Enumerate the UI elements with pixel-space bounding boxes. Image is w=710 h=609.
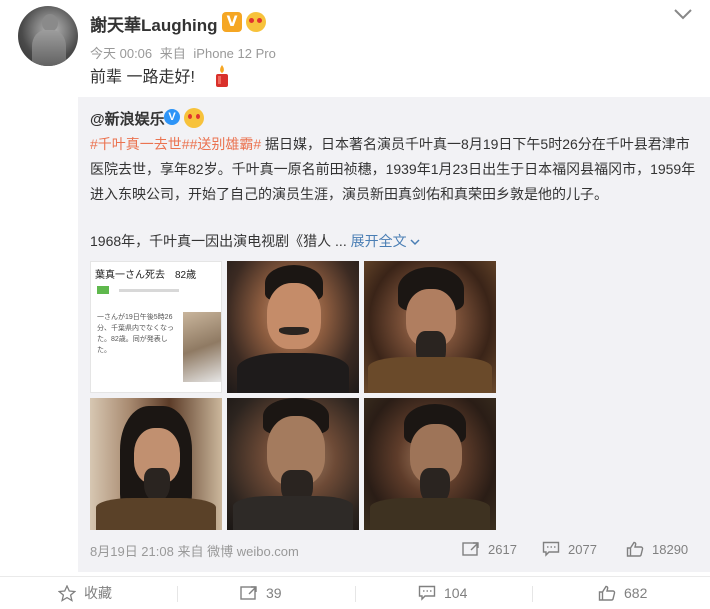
repost-date[interactable]: 8月19日 21:08 (90, 544, 174, 559)
source-prefix: 来自 (159, 46, 186, 61)
comment-icon (418, 585, 436, 601)
repost-more-line: 1968年，千叶真一因出演电视剧《猎人 ... 展开全文 (90, 231, 421, 251)
news-headline: 葉真一さん死去 82歳 (95, 270, 197, 281)
comment-icon (542, 541, 560, 557)
like-button[interactable]: 682 (598, 583, 647, 603)
action-separator (532, 586, 533, 602)
avatar-body (32, 30, 66, 66)
favorite-button[interactable]: 收藏 (58, 583, 112, 603)
repost-icon (462, 542, 479, 556)
avatar[interactable] (18, 6, 78, 66)
topic-link[interactable]: #千叶真一去世# (90, 136, 190, 152)
expand-link[interactable]: 展开全文 (351, 233, 421, 249)
portrait-beard (144, 468, 170, 502)
comment-button[interactable]: 104 (418, 583, 467, 603)
image-thumbnail[interactable]: 葉真一さん死去 82歳 一さんが19日午後5時26分、千葉県内でなくなった。82… (90, 261, 222, 393)
fan-emoji-icon (246, 12, 266, 32)
portrait-armor (96, 498, 216, 530)
thumbs-up-icon (626, 541, 644, 557)
repost-box[interactable]: @新浪娱乐 V #千叶真一去世##送别雄霸# 据日媒，日本著名演员千叶真一8月1… (78, 97, 710, 572)
comment-action-count: 104 (444, 585, 468, 601)
like-count-button[interactable]: 18290 (626, 541, 688, 557)
news-photo (183, 312, 221, 382)
comment-count: 2077 (568, 541, 597, 557)
repost-button[interactable]: 39 (240, 583, 282, 603)
weibo-post-card: 謝天華Laughing V 今天 00:06 来自 iPhone 12 Pro … (0, 0, 710, 609)
image-thumbnail[interactable] (364, 398, 496, 530)
vip-verified-icon: V (222, 12, 242, 32)
image-thumbnail[interactable] (364, 261, 496, 393)
chevron-down-icon[interactable] (672, 6, 694, 22)
fan-emoji-icon (184, 108, 204, 128)
news-logo (97, 286, 109, 294)
post-source[interactable]: iPhone 12 Pro (193, 46, 275, 61)
comment-count-button[interactable]: 2077 (542, 541, 597, 557)
image-thumbnail[interactable] (90, 398, 222, 530)
action-separator (355, 586, 356, 602)
repost-count: 2617 (488, 541, 517, 557)
repost-footer: 8月19日 21:08 来自 微博 weibo.com (90, 541, 299, 560)
repost-body: #千叶真一去世##送别雄霸# 据日媒，日本著名演员千叶真一8月19日下午5时26… (90, 132, 700, 207)
chevron-down-icon (410, 239, 421, 246)
news-snippet: 一さんが19日午後5時26分、千葉県内でなくなった。82歳。同が発表した。 (97, 314, 174, 354)
portrait-armor (368, 357, 492, 393)
repost-action-count: 39 (266, 585, 282, 601)
blue-verified-icon: V (164, 109, 180, 125)
repost-source[interactable]: 微博 weibo.com (207, 544, 299, 559)
favorite-label: 收藏 (84, 585, 112, 601)
repost-icon (240, 586, 257, 600)
like-action-count: 682 (624, 585, 648, 601)
post-text: 前辈 一路走好! (90, 69, 195, 86)
source-prefix: 来自 (177, 544, 204, 559)
candle-emoji-icon (216, 65, 228, 87)
repost-truncated-text: 1968年，千叶真一因出演电视剧《猎人 ... (90, 233, 347, 249)
repost-author-name[interactable]: @新浪娱乐 (90, 108, 165, 129)
portrait-armor (233, 496, 353, 530)
like-count: 18290 (652, 541, 689, 557)
action-bar-divider (0, 576, 710, 577)
star-icon (58, 584, 76, 602)
portrait-face (267, 283, 321, 349)
thumbs-up-icon (598, 585, 616, 601)
portrait-armor (370, 498, 490, 530)
expand-label: 展开全文 (350, 233, 407, 249)
topic-link[interactable]: #送别雄霸# (190, 136, 262, 152)
post-time: 今天 00:06 (90, 46, 153, 61)
post-author-name[interactable]: 謝天華Laughing (90, 11, 217, 36)
portrait-clothes (237, 353, 349, 393)
image-thumbnail[interactable] (227, 261, 359, 393)
news-date-line (119, 289, 179, 292)
post-meta: 今天 00:06 来自 iPhone 12 Pro (90, 43, 280, 62)
portrait-mustache (279, 327, 309, 335)
image-thumbnail[interactable] (227, 398, 359, 530)
action-separator (177, 586, 178, 602)
repost-count-button[interactable]: 2617 (462, 541, 517, 557)
